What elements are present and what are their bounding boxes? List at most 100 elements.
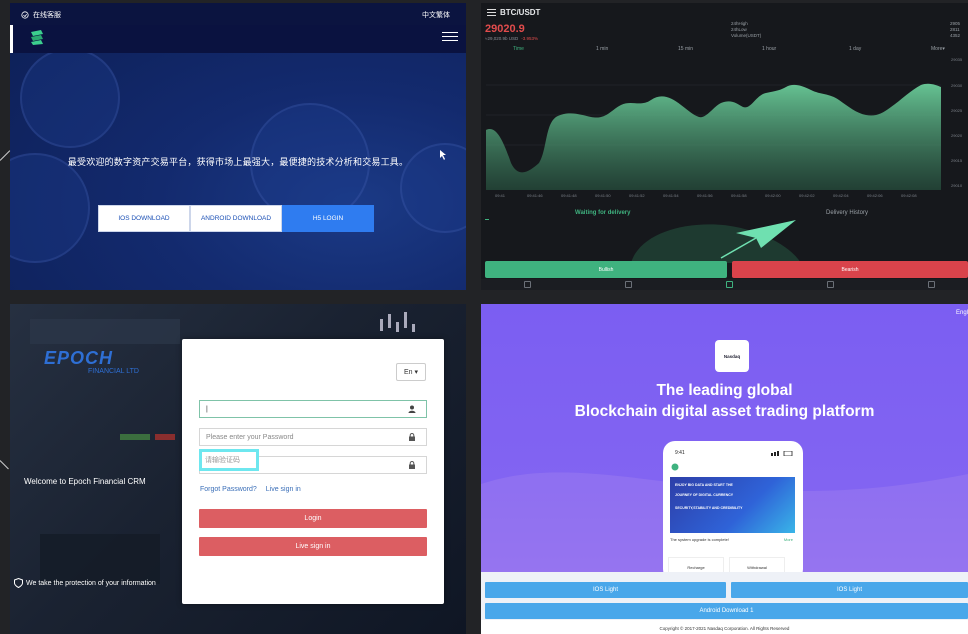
banner-line: JOURNEY OF DIGITAL CURRENCY (675, 493, 734, 497)
x-tick: 09:42:04 (833, 193, 849, 198)
y-tick: 29010 (951, 183, 963, 188)
x-tick: 09:41:46 (527, 193, 543, 198)
auth-links: Forgot Password? Live sign in (200, 486, 308, 493)
lock-icon (409, 433, 415, 441)
hero-slogan: 最受欢迎的数字资产交易平台，获得市场上最强大，最便捷的技术分析和交易工具。 (67, 157, 409, 167)
welcome-text: Welcome to Epoch Financial CRM (24, 477, 146, 486)
headline-line-1: The leading global (656, 382, 793, 399)
y-tick: 29025 (951, 108, 963, 113)
divider-line (0, 150, 11, 161)
phone-time: 9:41 (675, 450, 685, 456)
stats-values: 2905 2811 4352 (950, 21, 960, 39)
order-indicator (485, 219, 489, 220)
brand-name: EPOCH (44, 348, 114, 368)
tab-delivery-history[interactable]: Delivery History (826, 210, 868, 216)
tab-time[interactable]: Time (513, 46, 524, 52)
price-sub: ≈29,020.9b USD -3.953% (485, 36, 538, 41)
captcha-input[interactable]: 请输验证码 (199, 449, 259, 471)
tab-1hour[interactable]: 1 hour (762, 46, 776, 52)
x-tick: 09:42:06 (867, 193, 883, 198)
notice-more-link[interactable]: More (784, 537, 793, 542)
nav-edge (10, 25, 13, 53)
android-download-button[interactable]: ANDROID DOWNLOAD (190, 205, 282, 232)
menu-icon[interactable] (487, 9, 496, 16)
banner-line: SECURITY,STABILITY AND CREDIBILITY (675, 506, 743, 510)
username-field[interactable]: | (199, 400, 427, 418)
customer-service[interactable]: 在线客服 (21, 10, 61, 20)
banner-line: ENJOY BIG DATA AND START THE (675, 483, 733, 487)
price-area-chart (486, 83, 941, 190)
x-tick: 09:41:52 (629, 193, 645, 198)
notice-text: The system upgrade is complete! (670, 537, 729, 542)
logo-icon[interactable] (28, 28, 46, 46)
nav-bar (10, 25, 466, 53)
hamburger-menu-icon[interactable] (442, 32, 458, 44)
tab-1min[interactable]: 1 min (596, 46, 608, 52)
phone-mockup: 9:41 ENJOY BIG DATA AND START THE JOURNE… (663, 441, 803, 581)
live-sign-in-button[interactable]: Live sign in (199, 537, 427, 556)
avatar-icon[interactable] (671, 463, 679, 471)
x-tick: 09:41:56 (697, 193, 713, 198)
profile-icon[interactable] (928, 281, 935, 288)
signal-battery-icon (771, 451, 793, 456)
headset-icon (21, 11, 29, 19)
system-notice: The system upgrade is complete! More (670, 537, 796, 542)
candlestick-decoration (380, 312, 415, 332)
brand-subtitle: FINANCIAL LTD (88, 368, 139, 375)
live-sign-in-link[interactable]: Live sign in (266, 486, 301, 493)
current-price: 29020.9 (485, 23, 525, 35)
crypto-landing-panel: 在线客服 中文繁体 最受欢迎的数字资产交易平台，获得市场上最强大，最便捷的技术分… (10, 3, 466, 290)
x-tick: 09:42:02 (799, 193, 815, 198)
x-tick: 09:41:54 (663, 193, 679, 198)
stats-labels: 24hHigh 24hLow Volume(USDT) (731, 21, 761, 39)
x-tick: 09:42:00 (765, 193, 781, 198)
copyright-footer: Copyright © 2017-2021 Nasdaq Corporation… (659, 626, 790, 631)
crm-login-panel: EPOCH FINANCIAL LTD Welcome to Epoch Fin… (10, 304, 466, 634)
x-tick: 09:41:50 (595, 193, 611, 198)
tab-1day[interactable]: 1 day (849, 46, 861, 52)
ios-light-button-right[interactable]: IOS Light (731, 582, 968, 598)
market-icon[interactable] (625, 281, 632, 288)
x-tick: 09:41:58 (731, 193, 747, 198)
language-dropdown[interactable]: En ▾ (396, 363, 426, 381)
forgot-password-link[interactable]: Forgot Password? (200, 486, 257, 493)
protection-text: We take the protection of your informati… (26, 579, 156, 587)
home-icon[interactable] (524, 281, 531, 288)
customer-service-label: 在线客服 (33, 12, 61, 19)
coin-decoration (10, 153, 90, 263)
nasdaq-logo[interactable]: Nasdaq (715, 340, 749, 372)
tab-more[interactable]: More▾ (931, 46, 945, 52)
login-button[interactable]: Login (199, 509, 427, 528)
h5-login-button[interactable]: H5 LOGIN (282, 205, 374, 232)
price-change: -3.953% (521, 36, 539, 41)
tab-waiting-delivery[interactable]: Waiting for delivery (575, 210, 630, 216)
x-tick: 09:42:08 (901, 193, 917, 198)
cursor-icon (440, 150, 446, 160)
pair-title: BTC/USDT (487, 8, 540, 17)
y-tick: 29020 (951, 133, 963, 138)
bearish-button[interactable]: Bearish (732, 261, 968, 278)
headline-line-2: Blockchain digital asset trading platfor… (574, 403, 875, 420)
top-bar: 在线客服 中文繁体 (10, 3, 466, 25)
y-tick: 29015 (951, 158, 963, 163)
language-link[interactable]: Engl (956, 310, 968, 316)
android-download-button[interactable]: Android Download 1 (485, 603, 968, 619)
empty-state-illustration (631, 220, 801, 263)
nasdaq-landing-panel: Engl Nasdaq The leading global Blockchai… (481, 304, 968, 634)
password-placeholder: Please enter your Password (206, 433, 294, 441)
ios-light-button-left[interactable]: IOS Light (485, 582, 726, 598)
logo-text: Nasdaq (723, 353, 741, 359)
pair-name: BTC/USDT (500, 8, 541, 17)
y-tick: 29035 (951, 57, 963, 62)
trade-icon[interactable] (726, 281, 733, 288)
divider-line (0, 460, 9, 470)
bottom-nav (481, 279, 968, 290)
password-field[interactable]: Please enter your Password (199, 428, 427, 446)
shield-icon (14, 578, 23, 588)
language-select[interactable]: 中文繁体 (422, 10, 450, 20)
bullish-button[interactable]: Bullish (485, 261, 727, 278)
assets-icon[interactable] (827, 281, 834, 288)
ios-download-button[interactable]: IOS DOWNLOAD (98, 205, 190, 232)
x-tick: 09:41 (495, 193, 506, 198)
tab-15min[interactable]: 15 min (678, 46, 693, 52)
